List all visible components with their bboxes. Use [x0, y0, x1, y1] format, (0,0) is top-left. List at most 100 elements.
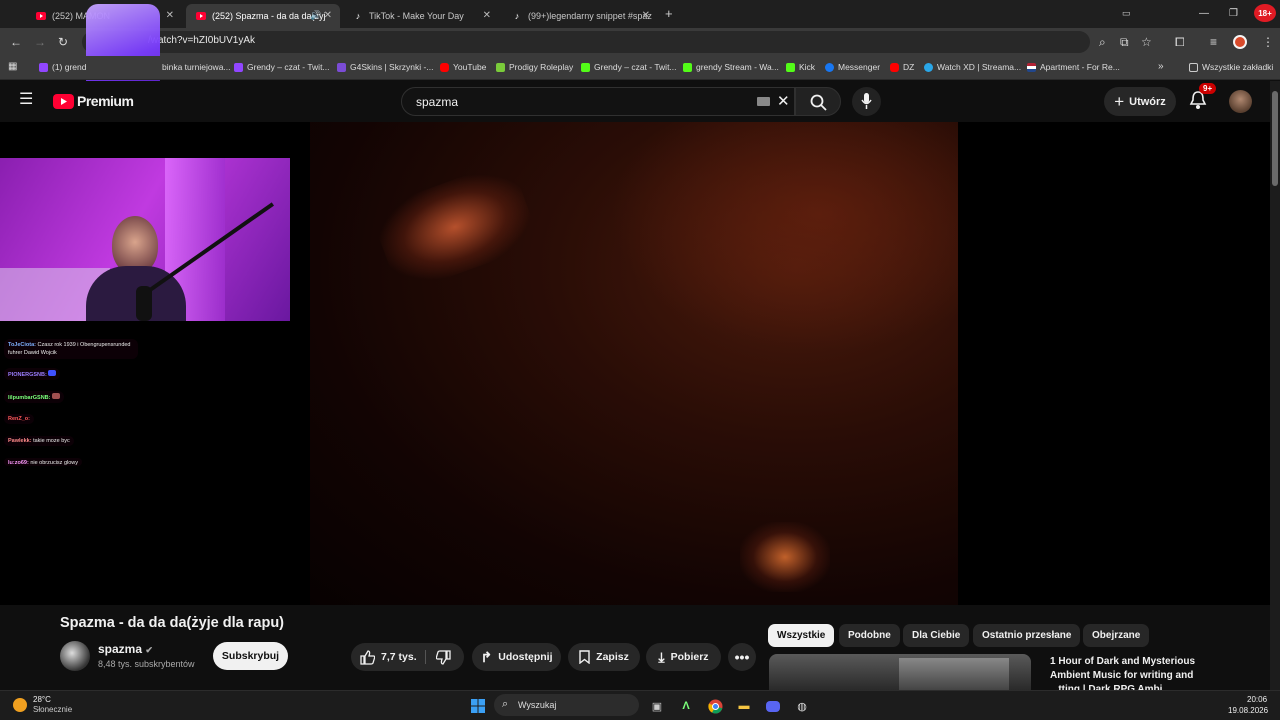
clear-search-icon[interactable]: ✕: [777, 92, 790, 110]
chip-related[interactable]: Podobne: [839, 624, 900, 647]
page-scrollbar[interactable]: [1270, 81, 1280, 690]
forward-icon[interactable]: →: [34, 35, 46, 49]
recommended-thumbnail[interactable]: [769, 654, 1031, 690]
tab-snippet[interactable]: ♪ (99+)legendarny snippet #spaz ✕: [502, 4, 658, 28]
channel-name-row[interactable]: spazma ✔: [98, 642, 153, 656]
bookmark-item[interactable]: binka turniejowa...: [162, 62, 231, 72]
bookmark-item[interactable]: Grendy – czat - Twit...: [234, 62, 330, 72]
search-input[interactable]: spazma ✕: [401, 87, 795, 116]
new-tab-icon[interactable]: +: [665, 6, 673, 21]
all-bookmarks[interactable]: Wszystkie zakładki: [1189, 62, 1273, 72]
thumbs-up-icon: [360, 649, 375, 665]
tab-search-icon[interactable]: ▭: [1122, 8, 1131, 19]
tiktok-favicon-icon: ♪: [514, 11, 520, 21]
tab-spazma[interactable]: (252) Spazma - da da da(żyj 🔊 ✕: [186, 4, 340, 28]
youtube-logo-icon: [53, 93, 74, 109]
bookmark-label: Wszystkie zakładki: [1202, 62, 1274, 72]
video-player[interactable]: ToJeCiota: Czasz rok 1939 i Obengrupensr…: [0, 122, 1270, 605]
minimize-icon[interactable]: —: [1199, 8, 1209, 19]
like-button[interactable]: 7,7 tys.: [360, 649, 417, 665]
close-tab-icon[interactable]: ✕: [166, 10, 174, 21]
speaker-icon[interactable]: 🔊: [310, 10, 321, 21]
voice-search-button[interactable]: [852, 87, 881, 116]
bookmark-item[interactable]: Grendy – czat - Twit...: [581, 62, 677, 72]
chip-watched[interactable]: Obejrzane: [1083, 624, 1150, 647]
subscriber-count: 8,48 tys. subskrybentów: [98, 659, 195, 669]
notifications-button[interactable]: 9+: [1189, 83, 1217, 115]
youtube-premium-logo[interactable]: Premium: [53, 93, 134, 109]
like-count: 7,7 tys.: [381, 651, 417, 663]
hamburger-menu-icon[interactable]: ☰: [19, 92, 33, 108]
bookmark-item[interactable]: Messenger: [825, 62, 880, 72]
bookmark-item[interactable]: Watch XD | Streama...: [924, 62, 1021, 72]
microphone: [136, 286, 152, 321]
keyboard-icon[interactable]: [757, 97, 770, 106]
bookmark-item[interactable]: G4Skins | Skrzynki -...: [337, 62, 433, 72]
chip-all[interactable]: Wszystkie: [768, 624, 835, 647]
bookmark-item[interactable]: YouTube: [440, 62, 486, 72]
discord-icon[interactable]: [764, 697, 782, 715]
chat-message: lilpumbarGSNB:: [4, 391, 65, 403]
chrome-icon[interactable]: [706, 697, 724, 715]
tab-tiktok[interactable]: ♪ TikTok - Make Your Day ✕: [343, 4, 499, 28]
watchxd-icon: [924, 62, 933, 72]
search-button[interactable]: [795, 87, 841, 116]
chip-for-you[interactable]: Dla Ciebie: [903, 624, 970, 647]
more-bookmarks-icon[interactable]: »: [1158, 61, 1164, 72]
video-title: Spazma - da da da(żyje dla rapu): [60, 615, 284, 631]
back-icon[interactable]: ←: [10, 35, 22, 49]
close-tab-icon[interactable]: ✕: [642, 10, 650, 21]
download-button[interactable]: ⤓ Pobierz: [646, 643, 721, 671]
taskbar-search[interactable]: ⌕ Wyszukaj: [494, 694, 639, 716]
address-bar[interactable]: /watch?v=hZI0bUV1yAk: [82, 31, 1090, 53]
app-icon[interactable]: ◍: [793, 697, 811, 715]
create-button[interactable]: + Utwórz: [1104, 87, 1176, 116]
close-tab-icon[interactable]: ✕: [324, 10, 332, 21]
reload-icon[interactable]: ↻: [58, 35, 68, 49]
scrollbar-thumb[interactable]: [1272, 91, 1278, 186]
bookmark-star-icon[interactable]: ☆: [1141, 35, 1152, 49]
save-button[interactable]: Zapisz: [568, 643, 640, 671]
restore-icon[interactable]: ❐: [1229, 8, 1238, 19]
sun-icon[interactable]: [13, 698, 27, 712]
reading-list-icon[interactable]: ≡: [1210, 35, 1217, 49]
bookmark-label: Grendy – czat - Twit...: [247, 62, 330, 72]
bookmark-item[interactable]: Prodigy Roleplay: [496, 62, 573, 72]
browser-toolbar: ← → ↻ /watch?v=hZI0bUV1yAk ⌕ ⧉ ☆ ⧠ ≡ ⋮: [0, 28, 1280, 56]
bookmark-label: (1) grend: [52, 62, 87, 72]
bookmark-label: grendy Stream - Wa...: [696, 62, 779, 72]
apps-grid-icon[interactable]: ▦: [8, 61, 17, 72]
dislike-button[interactable]: [435, 650, 451, 668]
task-view-icon[interactable]: ▣: [648, 697, 666, 715]
menu-kebab-icon[interactable]: ⋮: [1262, 35, 1274, 49]
account-avatar[interactable]: [1229, 90, 1252, 113]
create-label: Utwórz: [1129, 95, 1166, 108]
close-tab-icon[interactable]: ✕: [483, 10, 491, 21]
youtube-icon: [890, 62, 899, 72]
youtube-favicon-icon: [36, 11, 46, 21]
tiktok-favicon-icon: ♪: [355, 11, 361, 21]
subscribe-button[interactable]: Subskrybuj: [213, 642, 288, 670]
chat-user: ToJeCiota:: [8, 342, 37, 348]
zoom-icon[interactable]: ⌕: [1099, 35, 1106, 49]
bookmark-item[interactable]: grendy Stream - Wa...: [683, 62, 779, 72]
windows-start-icon[interactable]: [469, 697, 487, 715]
bookmark-item[interactable]: (1) grend: [39, 62, 87, 72]
file-explorer-icon[interactable]: ▬: [735, 697, 753, 715]
kick-icon: [683, 62, 692, 72]
channel-avatar[interactable]: [60, 641, 90, 671]
more-actions-button[interactable]: •••: [728, 643, 756, 671]
more-horizontal-icon: •••: [734, 649, 750, 665]
chip-recently-uploaded[interactable]: Ostatnio przesłane: [973, 624, 1081, 647]
bookmark-item[interactable]: Apartment - For Re...: [1027, 62, 1120, 72]
share-button[interactable]: ↱ Udostępnij: [472, 643, 561, 671]
extensions-icon[interactable]: ⧠: [1175, 35, 1185, 49]
recommended-title[interactable]: 1 Hour of Dark and Mysterious Ambient Mu…: [1050, 655, 1220, 683]
download-icon: ⤓: [658, 648, 665, 665]
search-icon: [810, 94, 827, 111]
app-icon[interactable]: Λ: [677, 697, 695, 715]
profile-avatar[interactable]: [1233, 35, 1247, 49]
cast-icon[interactable]: ⧉: [1120, 35, 1129, 49]
bookmark-item[interactable]: Kick: [786, 62, 815, 72]
bookmark-item[interactable]: DZ: [890, 62, 914, 72]
